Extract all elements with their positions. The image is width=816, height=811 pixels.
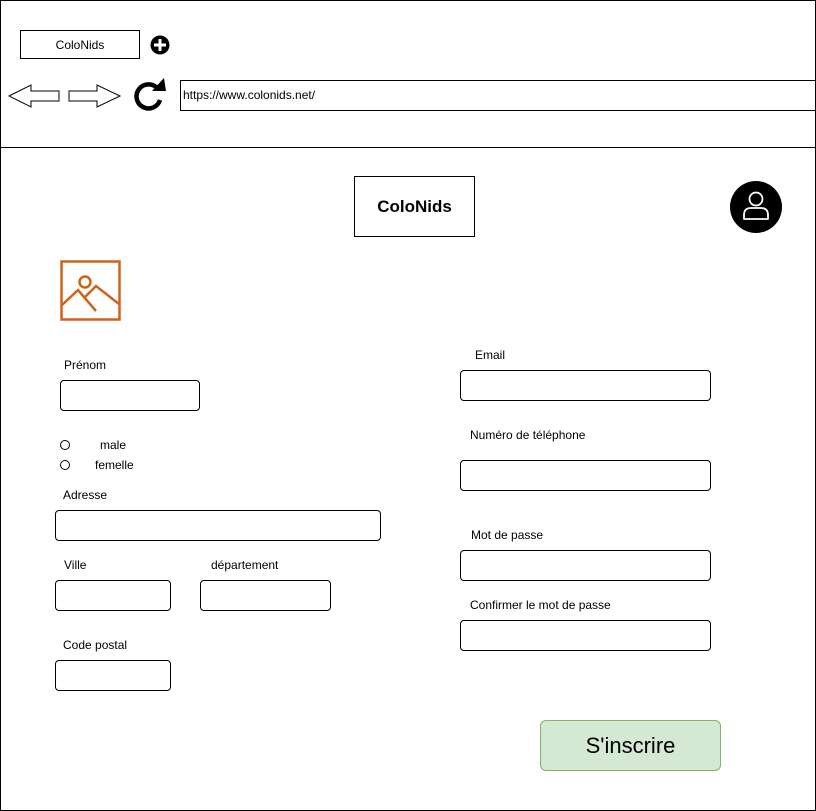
ville-input[interactable]	[55, 580, 171, 611]
departement-label: département	[211, 558, 279, 572]
site-logo-text: ColoNids	[377, 196, 452, 216]
url-text: https://www.colonids.net/	[183, 88, 316, 102]
image-placeholder-icon[interactable]	[60, 260, 122, 322]
chrome-divider	[0, 147, 816, 148]
confirm-password-label: Confirmer le mot de passe	[470, 598, 611, 612]
new-tab-plus-icon[interactable]	[150, 35, 170, 55]
register-button-label: S'inscrire	[585, 732, 676, 758]
reload-icon[interactable]	[130, 78, 168, 112]
telephone-input[interactable]	[460, 460, 711, 491]
code-postal-input[interactable]	[55, 660, 171, 691]
gender-option-femelle: femelle	[95, 458, 134, 472]
gender-radio-male[interactable]	[60, 440, 70, 450]
departement-input[interactable]	[200, 580, 331, 611]
site-logo[interactable]: ColoNids	[354, 176, 475, 237]
email-label: Email	[475, 348, 506, 362]
adresse-label: Adresse	[63, 488, 108, 502]
email-input[interactable]	[460, 370, 711, 401]
confirm-password-input[interactable]	[460, 620, 711, 651]
url-bar[interactable]: https://www.colonids.net/	[180, 80, 816, 111]
back-arrow-icon[interactable]	[8, 84, 61, 108]
gender-option-male: male	[100, 438, 127, 452]
telephone-label: Numéro de téléphone	[470, 428, 586, 442]
user-avatar[interactable]	[730, 181, 782, 233]
gender-radio-femelle[interactable]	[60, 460, 70, 470]
forward-arrow-icon[interactable]	[68, 84, 122, 108]
prenom-input[interactable]	[60, 380, 200, 411]
code-postal-label: Code postal	[63, 638, 128, 652]
browser-tab[interactable]: ColoNids	[20, 30, 140, 59]
user-icon	[743, 191, 769, 220]
ville-label: Ville	[64, 558, 87, 572]
prenom-label: Prénom	[64, 358, 107, 372]
register-button[interactable]: S'inscrire	[540, 720, 721, 771]
adresse-input[interactable]	[55, 510, 381, 541]
password-label: Mot de passe	[471, 528, 544, 542]
password-input[interactable]	[460, 550, 711, 581]
browser-tab-label: ColoNids	[55, 37, 105, 52]
